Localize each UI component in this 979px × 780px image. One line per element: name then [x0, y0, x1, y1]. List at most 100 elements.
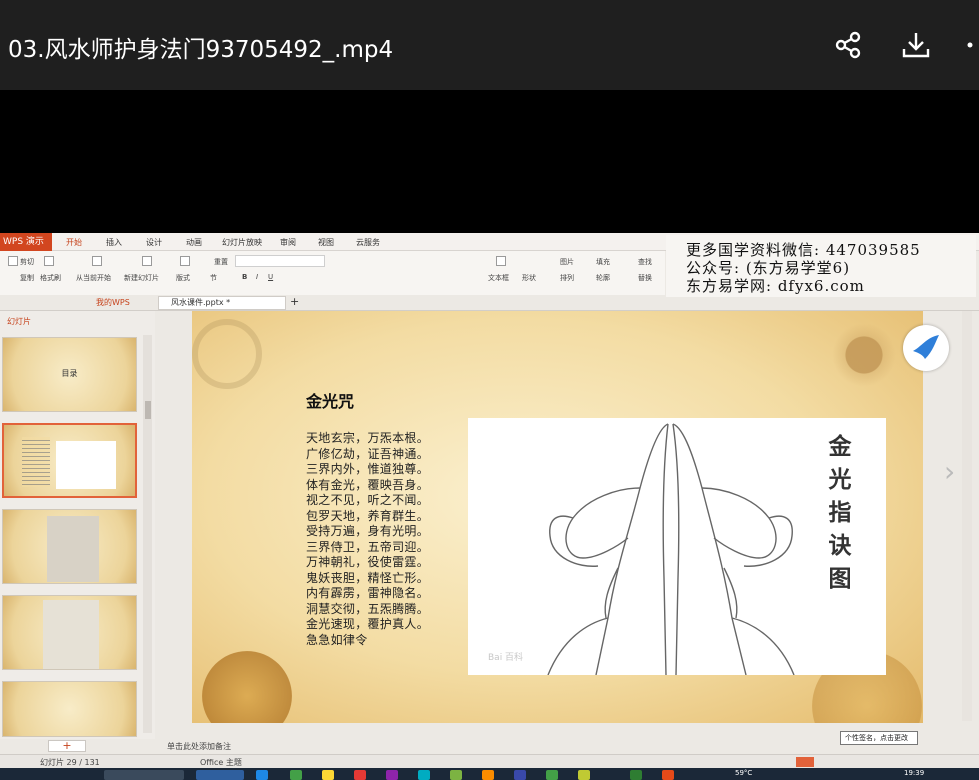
- tab-cloud[interactable]: 云服务: [356, 237, 380, 248]
- mantra-line: 广修亿劫，证吾神通。: [306, 446, 430, 461]
- file-tab[interactable]: 风水课件.pptx *: [158, 296, 286, 310]
- italic-button[interactable]: I: [256, 273, 258, 281]
- taskbar-temperature: 59°C: [735, 769, 753, 777]
- tab-view[interactable]: 视图: [318, 237, 334, 248]
- replace-button[interactable]: 替换: [638, 273, 652, 283]
- new-tab-button[interactable]: +: [290, 295, 299, 308]
- my-wps-tab[interactable]: 我的WPS: [96, 297, 130, 308]
- mantra-line: 受持万遍，身有光明。: [306, 524, 430, 538]
- figure-title-char: 图: [828, 565, 852, 592]
- slide-thumbnail-panel: 幻灯片 目录: [0, 311, 155, 739]
- fill-button[interactable]: 填充: [596, 257, 610, 267]
- taskbar-clock: 19:39: [904, 769, 925, 777]
- slide-thumbnail[interactable]: [2, 681, 137, 737]
- slide-thumbnail[interactable]: [2, 509, 137, 584]
- mantra-line: 洞慧交彻，五炁腾腾。: [306, 601, 430, 616]
- picture-button[interactable]: 图片: [560, 257, 574, 267]
- from-current-button[interactable]: 从当前开始: [76, 273, 111, 283]
- next-slide-chevron-icon[interactable]: ›: [944, 455, 955, 488]
- tab-design[interactable]: 设计: [146, 237, 162, 248]
- taskbar-app-wps-icon[interactable]: [662, 770, 674, 780]
- mantra-line: 内有霹雳，雷神隐名。: [306, 586, 430, 600]
- signature-tooltip: 个性签名，点击更改: [840, 731, 918, 745]
- wps-app-menu[interactable]: WPS 演示: [0, 233, 52, 251]
- more-icon[interactable]: [960, 28, 979, 62]
- bird-assistant-icon[interactable]: [903, 325, 949, 371]
- thumbnail-scrollbar[interactable]: [143, 335, 152, 733]
- find-button[interactable]: 查找: [638, 257, 652, 267]
- taskbar-app-explorer-icon[interactable]: [196, 770, 244, 780]
- taskbar-app-icon[interactable]: [482, 770, 494, 780]
- textbox-button[interactable]: 文本框: [488, 273, 509, 283]
- font-name-select[interactable]: [235, 255, 325, 267]
- layout-icon[interactable]: [180, 256, 190, 266]
- format-painter-button[interactable]: 格式刷: [40, 273, 61, 283]
- slide-heading: 金光咒: [306, 392, 355, 411]
- taskbar-app-icon[interactable]: [256, 770, 268, 780]
- document-tabs: 我的WPS 风水课件.pptx * +: [0, 295, 979, 311]
- taskbar-app-icon[interactable]: [418, 770, 430, 780]
- editor-scrollbar[interactable]: [962, 311, 972, 721]
- mantra-line: 万神朝礼，役使雷霆。: [306, 555, 430, 569]
- mantra-line: 三界侍卫，五帝司迎。: [306, 539, 430, 554]
- status-bar: 幻灯片 29 / 131 Office 主题: [0, 754, 979, 768]
- slide-thumbnail[interactable]: 目录: [2, 337, 137, 412]
- thumb-figure: [56, 441, 116, 489]
- play-icon[interactable]: [92, 256, 102, 266]
- share-icon[interactable]: [831, 28, 865, 62]
- copy-button[interactable]: 复制: [20, 273, 34, 283]
- reset-button[interactable]: 重置: [214, 257, 228, 267]
- taskbar-app-icon[interactable]: [290, 770, 302, 780]
- shape-button[interactable]: 形状: [522, 273, 536, 283]
- mantra-line: 鬼妖丧胆，精怪亡形。: [306, 570, 430, 585]
- slide-thumbnail[interactable]: [2, 595, 137, 670]
- taskbar-app-browser-icon[interactable]: [104, 770, 184, 780]
- video-title: 03.风水师护身法门93705492_.mp4: [8, 37, 394, 63]
- slide-thumbnail-selected[interactable]: [2, 423, 137, 498]
- tab-review[interactable]: 审阅: [280, 237, 296, 248]
- taiji-decoration: [192, 319, 262, 389]
- cut-icon[interactable]: [8, 256, 18, 266]
- theme-name: Office 主题: [200, 758, 242, 767]
- bold-button[interactable]: B: [242, 273, 247, 281]
- mantra-line: 视之不见，听之不闻。: [306, 493, 430, 507]
- mantra-line: 体有金光，覆映吾身。: [306, 477, 430, 492]
- hand-mudra-drawing: [547, 423, 795, 675]
- main-slide[interactable]: 金光咒 天地玄宗，万炁本根。 广修亿劫，证吾神通。 三界内外，惟道独尊。 体有金…: [192, 311, 923, 723]
- underline-button[interactable]: U: [268, 273, 273, 281]
- figure-title-char: 诀: [828, 532, 852, 559]
- tab-animation[interactable]: 动画: [186, 237, 202, 248]
- thumb-document-image: [43, 600, 99, 669]
- taskbar-app-icon[interactable]: [546, 770, 558, 780]
- taskbar-app-icon[interactable]: [578, 770, 590, 780]
- textbox-icon[interactable]: [496, 256, 506, 266]
- thumbnail-scroll-thumb[interactable]: [145, 401, 151, 419]
- taskbar-app-icon[interactable]: [630, 770, 642, 780]
- thumb-text: 目录: [61, 369, 78, 378]
- taskbar-app-icon[interactable]: [322, 770, 334, 780]
- outline-button[interactable]: 轮廓: [596, 273, 610, 283]
- taskbar-app-icon[interactable]: [514, 770, 526, 780]
- os-taskbar: 59°C 19:39: [0, 768, 979, 780]
- taskbar-app-icon[interactable]: [450, 770, 462, 780]
- new-slide-icon[interactable]: [142, 256, 152, 266]
- coin-decoration: [202, 651, 292, 723]
- format-painter-icon[interactable]: [44, 256, 54, 266]
- mantra-line: 三界内外，惟道独尊。: [306, 462, 430, 476]
- taskbar-app-icon[interactable]: [354, 770, 366, 780]
- tab-home[interactable]: 开始: [66, 237, 82, 248]
- add-slide-button[interactable]: +: [48, 740, 86, 752]
- new-slide-button[interactable]: 新建幻灯片: [124, 273, 159, 283]
- tab-insert[interactable]: 插入: [106, 237, 122, 248]
- section-button[interactable]: 节: [210, 273, 217, 283]
- panel-label: 幻灯片: [7, 317, 31, 326]
- cut-button[interactable]: 剪切: [20, 257, 34, 267]
- video-frame[interactable]: WPS 演示 开始 插入 设计 动画 幻灯片放映 审阅 视图 云服务 剪切 复制…: [0, 233, 979, 780]
- arrange-button[interactable]: 排列: [560, 273, 574, 283]
- figure-title: 金 光 指 诀 图: [825, 430, 855, 595]
- tab-slideshow[interactable]: 幻灯片放映: [222, 237, 262, 248]
- download-icon[interactable]: [899, 28, 933, 62]
- taskbar-app-icon[interactable]: [386, 770, 398, 780]
- play-slideshow-icon[interactable]: [796, 757, 814, 767]
- layout-button[interactable]: 版式: [176, 273, 190, 283]
